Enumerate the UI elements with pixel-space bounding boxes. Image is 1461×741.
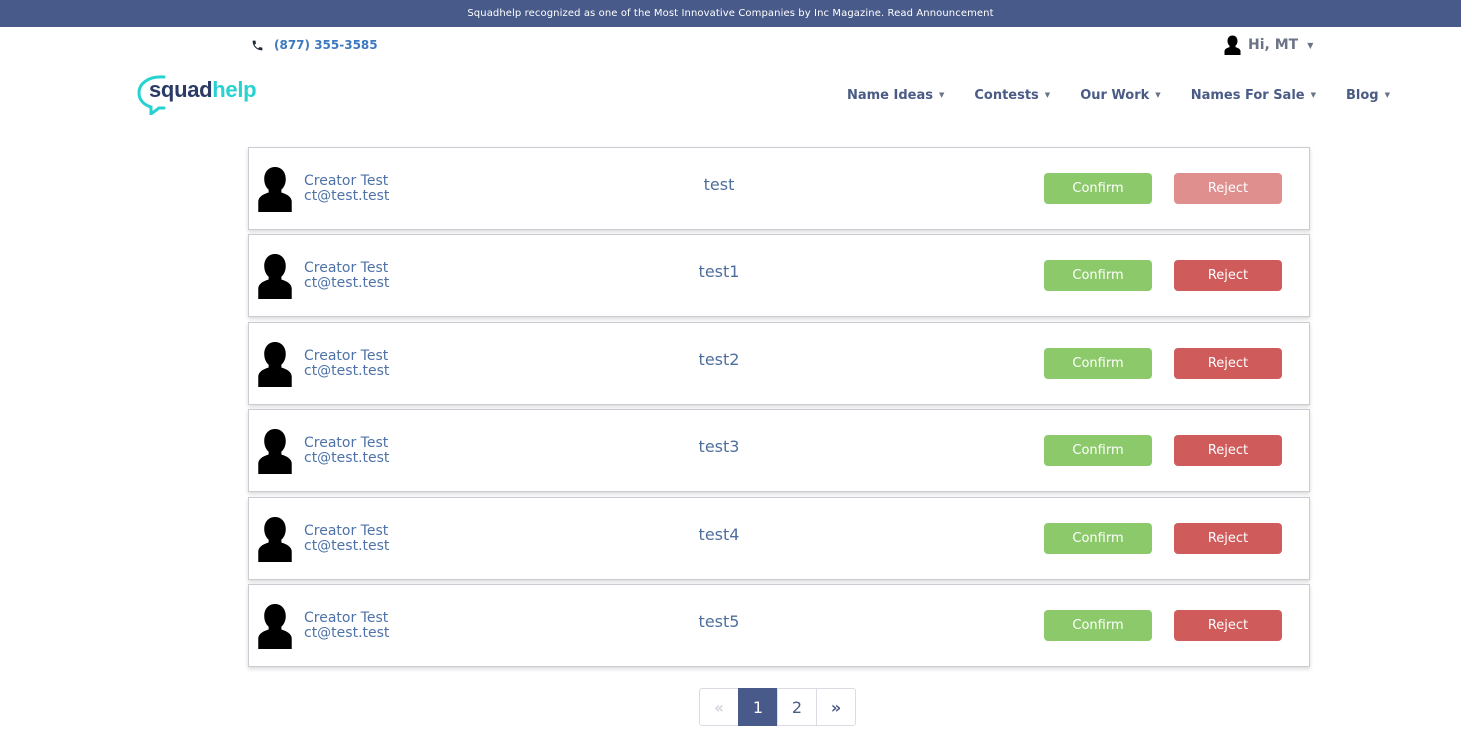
avatar-icon (258, 342, 292, 387)
avatar-icon (258, 429, 292, 474)
confirm-button[interactable]: Confirm (1044, 173, 1152, 204)
offer-row: Creator Test ct@test.test test4 Confirm … (248, 497, 1310, 580)
chevron-down-icon: ▼ (1155, 91, 1161, 99)
pagination-page-1[interactable]: 1 (738, 688, 778, 726)
offer-text: test (703, 175, 735, 194)
offer-row: Creator Test ct@test.test test5 Confirm … (248, 584, 1310, 667)
chevron-down-icon: ▼ (1310, 91, 1316, 99)
phone-icon (252, 40, 263, 50)
user-greeting[interactable]: Hi, MT (1248, 37, 1298, 53)
user-avatar-icon (1224, 35, 1241, 55)
offer-text: test3 (698, 437, 740, 456)
pagination-next[interactable]: » (816, 688, 856, 726)
creator-email: ct@test.test (304, 275, 390, 291)
creator-info: Creator Test ct@test.test (304, 436, 389, 466)
nav-our-work[interactable]: Our Work ▼ (1080, 88, 1161, 103)
pagination-page-2[interactable]: 2 (777, 688, 817, 726)
nav-name-ideas[interactable]: Name Ideas ▼ (847, 88, 944, 103)
creator-email: ct@test.test (304, 363, 390, 379)
confirm-button[interactable]: Confirm (1044, 260, 1152, 291)
creator-info: Creator Test ct@test.test (304, 174, 389, 204)
avatar-icon (258, 254, 292, 299)
squadhelp-logo[interactable]: squadhelp (137, 73, 267, 115)
creator-name: Creator Test (304, 523, 389, 539)
reject-button[interactable]: Reject (1174, 348, 1282, 379)
phone-number[interactable]: (877) 355-3585 (274, 38, 378, 52)
creator-email: ct@test.test (304, 625, 390, 641)
chevron-down-icon: ▼ (938, 91, 945, 99)
creator-info: Creator Test ct@test.test (304, 261, 389, 291)
offer-row: Creator Test ct@test.test test2 Confirm … (248, 322, 1310, 405)
main-nav: Name Ideas ▼ Contests ▼ Our Work ▼ Names Fo… (847, 86, 1390, 104)
creator-info: Creator Test ct@test.test (304, 524, 389, 554)
reject-button[interactable]: Reject (1174, 260, 1282, 291)
avatar-icon (258, 517, 292, 562)
chevron-down-icon: ▼ (1307, 40, 1314, 50)
confirm-button[interactable]: Confirm (1044, 610, 1152, 641)
creator-name: Creator Test (304, 435, 389, 451)
creator-email: ct@test.test (304, 188, 390, 204)
confirm-button[interactable]: Confirm (1044, 435, 1152, 466)
logo-wordmark: squadhelp (149, 77, 257, 102)
creator-info: Creator Test ct@test.test (304, 611, 389, 641)
nav-names-for-sale[interactable]: Names For Sale ▼ (1191, 88, 1316, 103)
announcement-text[interactable]: Squadhelp recognized as one of the Most … (467, 8, 993, 19)
phone-link[interactable]: (877) 355-3585 (251, 37, 378, 53)
offer-row: Creator Test ct@test.test test3 Confirm … (248, 409, 1310, 492)
creator-name: Creator Test (304, 260, 389, 276)
avatar-icon (258, 604, 292, 649)
offer-text: test1 (698, 262, 740, 281)
offer-row: Creator Test ct@test.test test Confirm R… (248, 147, 1310, 230)
avatar-icon (258, 167, 292, 212)
confirm-button[interactable]: Confirm (1044, 523, 1152, 554)
announcement-banner[interactable]: Squadhelp recognized as one of the Most … (0, 0, 1461, 27)
reject-button[interactable]: Reject (1174, 435, 1282, 466)
creator-info: Creator Test ct@test.test (304, 349, 389, 379)
confirm-button[interactable]: Confirm (1044, 348, 1152, 379)
reject-button[interactable]: Reject (1174, 610, 1282, 641)
offer-row: Creator Test ct@test.test test1 Confirm … (248, 234, 1310, 317)
creator-name: Creator Test (304, 348, 389, 364)
nav-contests[interactable]: Contests ▼ (974, 88, 1050, 103)
user-menu[interactable]: Hi, MT ▼ (1224, 34, 1313, 56)
creator-name: Creator Test (304, 610, 389, 626)
chevron-down-icon: ▼ (1384, 91, 1390, 99)
nav-blog[interactable]: Blog ▼ (1346, 88, 1390, 103)
offer-text: test5 (698, 612, 740, 631)
pagination-prev[interactable]: « (699, 688, 739, 726)
chevron-down-icon: ▼ (1044, 91, 1051, 99)
offer-text: test4 (698, 525, 740, 544)
creator-email: ct@test.test (304, 450, 390, 466)
offer-text: test2 (698, 350, 740, 369)
reject-button[interactable]: Reject (1174, 523, 1282, 554)
pagination: « 1 2 » (699, 688, 856, 726)
reject-button[interactable]: Reject (1174, 173, 1282, 204)
creator-name: Creator Test (304, 173, 389, 189)
creator-email: ct@test.test (304, 538, 390, 554)
